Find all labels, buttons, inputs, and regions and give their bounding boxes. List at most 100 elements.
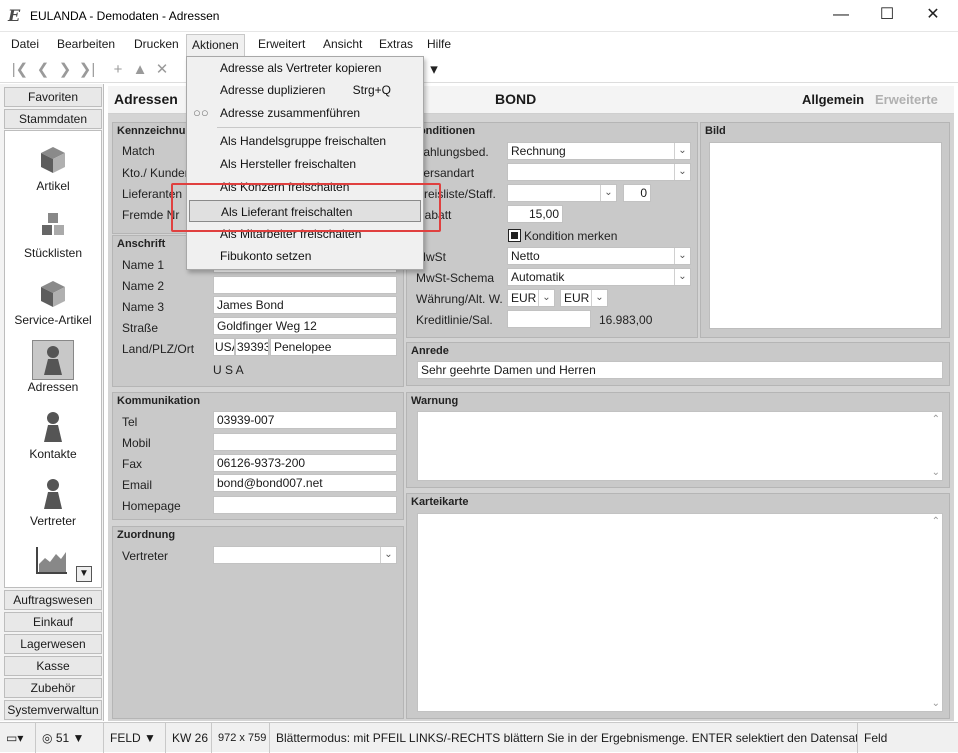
chevron-down-icon[interactable]: ⌄: [674, 143, 690, 159]
waehrung-select[interactable]: EUR ⌄: [507, 289, 555, 307]
sidebar-kasse[interactable]: Kasse: [4, 656, 102, 676]
homepage-input[interactable]: [213, 496, 397, 514]
land-input[interactable]: USA: [213, 338, 235, 356]
chevron-down-icon[interactable]: ⌄: [674, 248, 690, 264]
sidebar-favoriten[interactable]: Favoriten: [4, 87, 102, 107]
module-label: Service-Artikel: [14, 313, 92, 327]
delete-record-icon[interactable]: ✕: [152, 60, 172, 80]
tel-input[interactable]: 03939-007: [213, 411, 397, 429]
name3-input[interactable]: James Bond: [213, 296, 397, 314]
record-count-icon: ◎: [42, 731, 53, 745]
previous-record-icon[interactable]: ❮: [33, 60, 53, 80]
email-input[interactable]: bond@bond007.net: [213, 474, 397, 492]
chevron-down-icon: ▼: [72, 731, 85, 745]
module-service-artikel[interactable]: Service-Artikel: [4, 278, 102, 327]
name2-input[interactable]: [213, 276, 397, 294]
module-scroll-down-icon[interactable]: ▼: [76, 566, 92, 582]
chevron-down-icon[interactable]: ⌄: [600, 185, 616, 201]
vertreter-select[interactable]: ⌄: [213, 546, 397, 564]
sidebar-einkauf[interactable]: Einkauf: [4, 612, 102, 632]
module-vertreter[interactable]: Vertreter: [4, 477, 102, 528]
chevron-down-icon[interactable]: ⌄: [674, 269, 690, 285]
menu-item-fibukonto-setzen[interactable]: Fibukonto setzen: [189, 245, 421, 267]
sidebar-systemverwaltung[interactable]: Systemverwaltun: [4, 700, 102, 720]
mwst-select[interactable]: Netto ⌄: [507, 247, 691, 265]
sidebar-auftragswesen[interactable]: Auftragswesen: [4, 590, 102, 610]
ort-input[interactable]: Penelopee: [270, 338, 397, 356]
label-mobil: Mobil: [122, 436, 151, 450]
menu-erweitert[interactable]: Erweitert: [253, 34, 310, 56]
alt-waehrung-select[interactable]: EUR ⌄: [560, 289, 608, 307]
staffel-input[interactable]: 0: [623, 184, 651, 202]
last-record-icon[interactable]: ❯|: [77, 60, 97, 80]
close-icon[interactable]: ✕: [910, 0, 956, 32]
menu-bearbeiten[interactable]: Bearbeiten: [52, 34, 120, 56]
chevron-down-icon[interactable]: ⌄: [674, 164, 690, 180]
record-count[interactable]: ◎ 51 ▼: [36, 723, 104, 753]
chevron-down-icon: ▼: [144, 731, 156, 745]
next-record-icon[interactable]: ❯: [55, 60, 75, 80]
menu-item-als-hersteller-freischalten[interactable]: Als Hersteller freischalten: [189, 153, 421, 175]
sidebar-zubehoer[interactable]: Zubehör: [4, 678, 102, 698]
plz-input[interactable]: 39393: [235, 338, 269, 356]
kondition-merken-label[interactable]: Kondition merken: [524, 229, 617, 243]
resolution-indicator: 972 x 759: [212, 723, 270, 753]
move-up-icon[interactable]: ▲: [130, 60, 150, 80]
tab-allgemein[interactable]: Allgemein: [802, 92, 864, 107]
panel-title: Zuordnung: [117, 529, 176, 541]
toolbar-dropdown-icon[interactable]: ▾: [424, 60, 444, 80]
module-stuecklisten[interactable]: Stücklisten: [4, 211, 102, 260]
first-record-icon[interactable]: |❮: [10, 60, 30, 80]
minimize-icon[interactable]: —: [818, 0, 864, 32]
menu-item-adresse-duplizieren[interactable]: Adresse duplizieren Strg+Q: [189, 79, 421, 101]
fax-input[interactable]: 06126-9373-200: [213, 454, 397, 472]
menu-aktionen[interactable]: Aktionen: [186, 34, 245, 56]
module-artikel[interactable]: Artikel: [4, 144, 102, 193]
rabatt-input[interactable]: 15,00: [507, 205, 563, 223]
add-record-icon[interactable]: +: [108, 60, 128, 80]
module-adressen[interactable]: Adressen: [4, 340, 102, 394]
menu-datei[interactable]: Datei: [6, 34, 44, 56]
chevron-down-icon[interactable]: ⌄: [591, 290, 607, 306]
tab-erweiterte[interactable]: Erweiterte: [875, 92, 938, 107]
zahlungsbed-value: Rechnung: [511, 144, 566, 158]
chevron-down-icon[interactable]: ⌄: [380, 547, 396, 563]
scroll-down-icon[interactable]: ⌄: [932, 698, 940, 709]
scroll-up-icon[interactable]: ⌃: [932, 516, 940, 527]
scroll-up-icon[interactable]: ⌃: [932, 414, 940, 425]
aktionen-menu: Adresse als Vertreter kopieren Adresse d…: [186, 56, 424, 270]
chart-icon[interactable]: [36, 546, 68, 577]
zahlungsbed-select[interactable]: Rechnung ⌄: [507, 142, 691, 160]
field-indicator: Feld: [864, 731, 888, 745]
menu-hilfe[interactable]: Hilfe: [422, 34, 456, 56]
menu-ansicht[interactable]: Ansicht: [318, 34, 367, 56]
preisliste-select[interactable]: ⌄: [507, 184, 617, 202]
image-area[interactable]: [709, 142, 942, 329]
versandart-select[interactable]: ⌄: [507, 163, 691, 181]
mode-value: FELD: [110, 731, 141, 745]
mwst-schema-select[interactable]: Automatik ⌄: [507, 268, 691, 286]
eulanda-e-icon: E: [8, 6, 21, 25]
menu-extras[interactable]: Extras: [374, 34, 418, 56]
menu-item-als-handelsgruppe-freischalten[interactable]: Als Handelsgruppe freischalten: [189, 130, 421, 152]
chevron-down-icon[interactable]: ⌄: [538, 290, 554, 306]
module-kontakte[interactable]: Kontakte: [4, 410, 102, 461]
scroll-down-icon[interactable]: ⌄: [932, 467, 940, 478]
sidebar-stammdaten[interactable]: Stammdaten: [4, 109, 102, 129]
menu-drucken[interactable]: Drucken: [129, 34, 184, 56]
layout-toggle[interactable]: ▭▾: [0, 723, 36, 753]
anrede-input[interactable]: Sehr geehrte Damen und Herren: [417, 361, 943, 379]
mode-selector[interactable]: FELD ▼: [104, 723, 166, 753]
sidebar-lagerwesen[interactable]: Lagerwesen: [4, 634, 102, 654]
warnung-textarea[interactable]: ⌃ ⌄: [417, 411, 943, 481]
strasse-input[interactable]: Goldfinger Weg 12: [213, 317, 397, 335]
karteikarte-textarea[interactable]: ⌃ ⌄: [417, 513, 943, 712]
menu-item-adresse-als-vertreter-kopieren[interactable]: Adresse als Vertreter kopieren: [189, 57, 421, 79]
kreditlinie-input[interactable]: [507, 310, 591, 328]
kondition-merken-checkbox[interactable]: [508, 229, 521, 242]
maximize-icon[interactable]: ☐: [864, 0, 910, 32]
menu-item-adresse-zusammenfuehren[interactable]: ○○ Adresse zusammenführen: [189, 102, 421, 124]
country-line: U S A: [213, 363, 244, 377]
person-icon: [44, 346, 62, 375]
mobil-input[interactable]: [213, 433, 397, 451]
